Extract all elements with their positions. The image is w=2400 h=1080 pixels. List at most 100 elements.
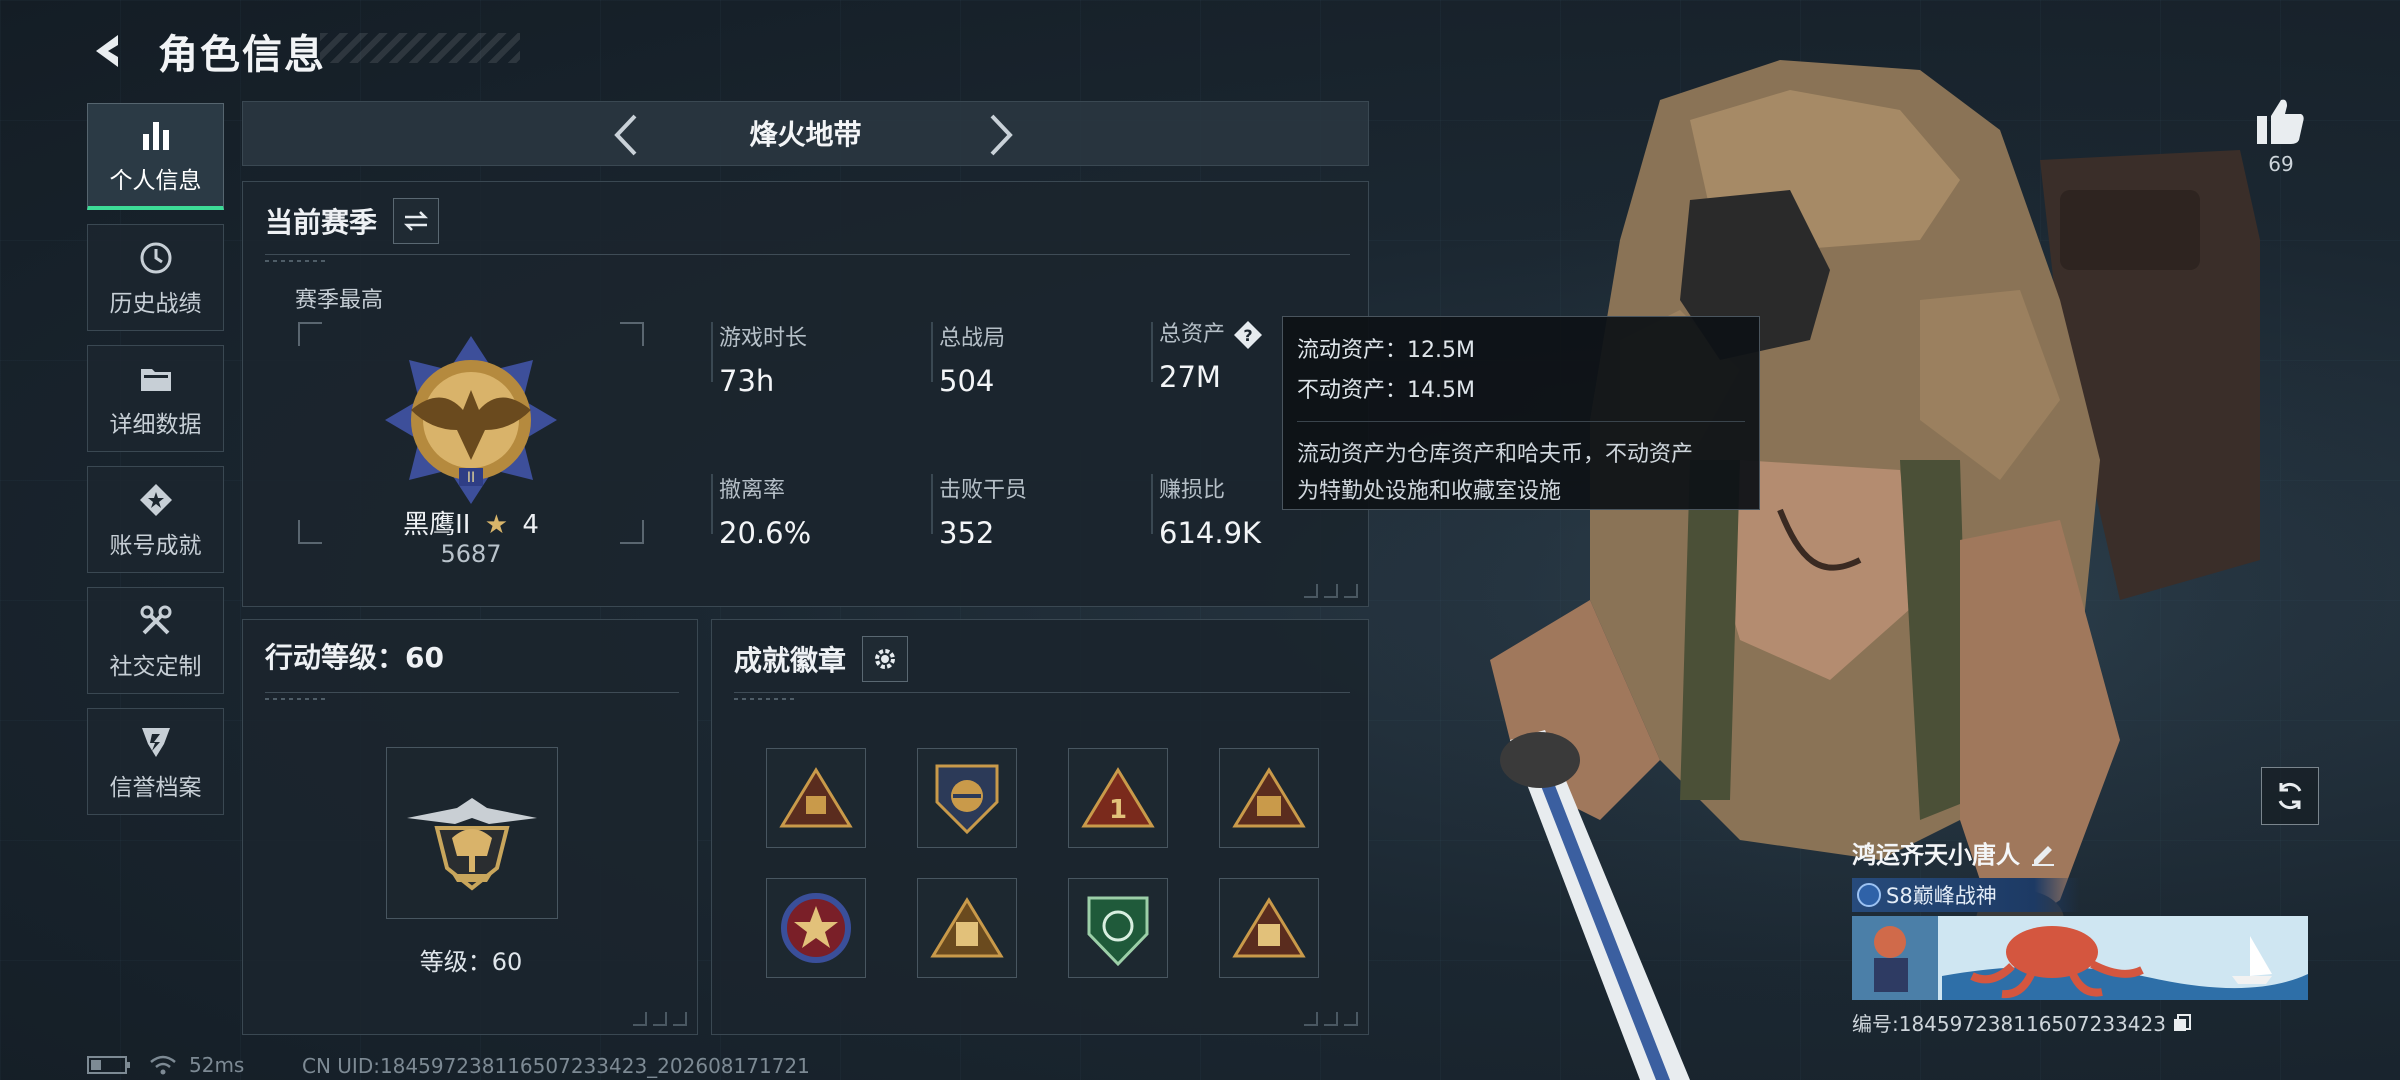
badge-slot[interactable] bbox=[766, 878, 866, 978]
action-level-panel: 行动等级：60 等级：60 bbox=[242, 619, 698, 1035]
badge-slot[interactable]: 1 bbox=[1068, 748, 1168, 848]
bar-chart-icon bbox=[136, 115, 176, 155]
badges-header: 成就徽章 bbox=[734, 636, 909, 682]
stat-extract-rate: 撤离率 20.6% bbox=[719, 472, 811, 550]
sidebar-item-label: 账号成就 bbox=[109, 532, 202, 559]
divider bbox=[265, 254, 1350, 262]
rank-score: 5687 bbox=[440, 540, 502, 568]
stat-total-matches: 总战局 504 bbox=[939, 320, 1005, 398]
stat-label-row: 总资产? bbox=[1159, 316, 1263, 350]
svg-text:1: 1 bbox=[1109, 795, 1127, 825]
corner-frame bbox=[620, 322, 644, 346]
divider bbox=[734, 692, 1350, 700]
player-name: 鸿运齐天小唐人 bbox=[1852, 841, 2020, 869]
switch-season-button[interactable] bbox=[393, 198, 440, 244]
stat-value: 504 bbox=[939, 364, 995, 398]
player-banner[interactable] bbox=[1852, 916, 2308, 1000]
sidebar-item-detail-data[interactable]: 详细数据 bbox=[87, 345, 224, 452]
triangle-badge-icon bbox=[779, 767, 853, 828]
season-title: 当前赛季 bbox=[265, 206, 378, 239]
battery-icon bbox=[87, 1055, 131, 1075]
helicopter-emblem-icon bbox=[407, 798, 537, 891]
mode-selector: 烽火地带 bbox=[242, 101, 1369, 166]
player-id: 编号:184597238116507233423 bbox=[1852, 1012, 2166, 1036]
shield-badge-icon bbox=[935, 764, 999, 835]
season-header: 当前赛季 bbox=[265, 198, 440, 244]
title-decoration bbox=[320, 33, 520, 63]
copy-icon[interactable] bbox=[2172, 1013, 2192, 1033]
green-shield-badge-icon bbox=[1087, 896, 1149, 967]
tools-icon bbox=[136, 601, 176, 641]
sidebar-item-credit-record[interactable]: 信誉档案 bbox=[87, 708, 224, 815]
help-icon[interactable]: ? bbox=[1233, 320, 1263, 350]
badge-slot[interactable] bbox=[917, 748, 1017, 848]
achievement-badges-panel: 成就徽章 1 bbox=[711, 619, 1369, 1035]
rank-name-row: 黑鹰II ★ 4 bbox=[298, 504, 644, 541]
folder-icon bbox=[136, 359, 176, 399]
badge-slot[interactable] bbox=[1068, 878, 1168, 978]
octopus-banner-image bbox=[1852, 916, 2308, 1000]
stat-value: 614.9K bbox=[1159, 516, 1262, 550]
stat-total-assets: 总资产? 27M bbox=[1159, 316, 1263, 394]
divider bbox=[931, 474, 933, 534]
badge-slot[interactable] bbox=[1219, 748, 1319, 848]
level-badge[interactable] bbox=[386, 747, 558, 919]
star-icon: ★ bbox=[484, 510, 509, 540]
next-mode-button[interactable] bbox=[976, 110, 1026, 160]
sidebar-item-achievements[interactable]: 账号成就 bbox=[87, 466, 224, 573]
status-bar: 52ms bbox=[87, 1052, 244, 1078]
season-best-label: 赛季最高 bbox=[295, 288, 384, 313]
back-arrow-icon[interactable] bbox=[80, 21, 140, 81]
rank-stars: 4 bbox=[522, 510, 539, 540]
sidebar-item-label: 详细数据 bbox=[109, 411, 202, 438]
star-medal-badge-icon bbox=[781, 893, 851, 963]
triangle-badge-icon bbox=[1232, 897, 1306, 958]
fixed-assets: 不动资产：14.5M bbox=[1297, 378, 1475, 403]
stat-label: 总资产 bbox=[1159, 322, 1226, 347]
black-hawk-rank-emblem-icon: II bbox=[385, 336, 557, 504]
page-title: 角色信息 bbox=[158, 32, 326, 78]
stat-label: 击败干员 bbox=[939, 478, 1028, 503]
player-id-row: 编号:184597238116507233423 bbox=[1852, 1008, 2308, 1037]
badges-title: 成就徽章 bbox=[734, 644, 847, 677]
player-title: S8巅峰战神 bbox=[1886, 884, 1997, 908]
like-button[interactable]: 69 bbox=[2236, 96, 2326, 176]
history-icon bbox=[136, 238, 176, 278]
rotate-model-button[interactable] bbox=[2261, 767, 2319, 825]
level-text: 等级：60 bbox=[419, 948, 523, 976]
panel-decoration bbox=[1304, 1012, 1358, 1026]
title-emblem-icon bbox=[1857, 883, 1881, 907]
panel-decoration bbox=[1304, 584, 1358, 598]
edit-icon[interactable] bbox=[2030, 840, 2056, 866]
sidebar-item-social-custom[interactable]: 社交定制 bbox=[87, 587, 224, 694]
badge-slot[interactable] bbox=[917, 878, 1017, 978]
stat-value: 20.6% bbox=[719, 516, 812, 550]
description-line: 流动资产为仓库资产和哈夫币，不动资产 bbox=[1297, 442, 1694, 467]
player-title-badge: S8巅峰战神 bbox=[1852, 878, 2080, 912]
svg-text:II: II bbox=[467, 470, 475, 486]
stat-play-time: 游戏时长 73h bbox=[719, 320, 807, 398]
number-one-badge-icon: 1 bbox=[1081, 767, 1155, 828]
divider bbox=[1151, 322, 1153, 382]
wifi-icon bbox=[149, 1054, 177, 1076]
badge-slot[interactable] bbox=[1219, 878, 1319, 978]
sidebar-item-history[interactable]: 历史战绩 bbox=[87, 224, 224, 331]
sidebar-item-label: 个人信息 bbox=[109, 168, 202, 194]
assets-description: 流动资产为仓库资产和哈夫币，不动资产 为特勤处设施和收藏室设施 bbox=[1297, 436, 1745, 510]
player-name-row: 鸿运齐天小唐人 bbox=[1852, 835, 2308, 870]
badge-slot[interactable] bbox=[766, 748, 866, 848]
sidebar-item-personal-info[interactable]: 个人信息 bbox=[87, 103, 224, 210]
like-count: 69 bbox=[2268, 152, 2294, 176]
divider bbox=[1151, 474, 1153, 534]
corner-frame bbox=[298, 322, 322, 346]
level-header: 行动等级：60 bbox=[265, 636, 444, 676]
thumbs-up-icon bbox=[2257, 99, 2304, 144]
stat-label: 游戏时长 bbox=[719, 326, 808, 351]
description-line: 为特勤处设施和收藏室设施 bbox=[1297, 479, 1562, 504]
rotate-icon bbox=[2278, 782, 2302, 810]
stat-label: 总战局 bbox=[939, 326, 1006, 351]
sidebar-item-label: 信誉档案 bbox=[109, 774, 202, 801]
sidebar-item-label: 历史战绩 bbox=[109, 290, 202, 317]
badge-settings-button[interactable] bbox=[862, 636, 909, 682]
uid-text: CN UID:184597238116507233423_20260817172… bbox=[302, 1054, 810, 1078]
